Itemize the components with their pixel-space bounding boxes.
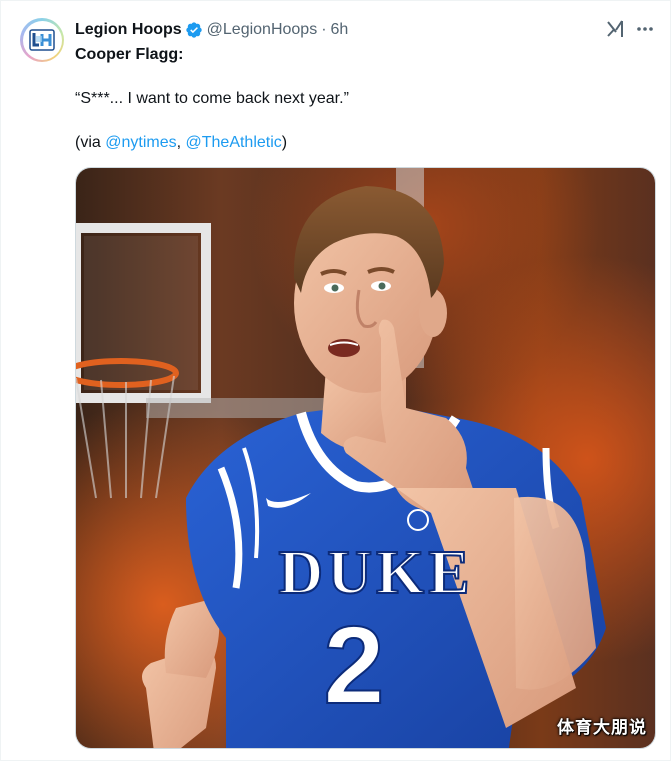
- separator-dot: ·: [321, 21, 327, 38]
- tweet-header: Legion Hoops @LegionHoops · 6h: [75, 18, 348, 42]
- jersey-number-text: 2: [323, 604, 384, 727]
- legion-hoops-logo-icon: [22, 20, 62, 60]
- grok-icon[interactable]: [605, 18, 627, 40]
- mention-nytimes-link[interactable]: @nytimes: [105, 134, 176, 151]
- tweet-quote: “S***... I want to come back next year.”: [75, 90, 349, 107]
- source-comma: ,: [176, 134, 186, 151]
- tweet-timestamp[interactable]: 6h: [331, 18, 349, 42]
- tweet-text-line-1: Cooper Flagg:: [75, 46, 184, 63]
- tweet-card[interactable]: Legion Hoops @LegionHoops · 6h Cooper Fl…: [0, 0, 671, 761]
- jersey-duke-text: DUKE: [278, 539, 473, 607]
- source-prefix: (via: [75, 134, 106, 151]
- watermark-text: 体育大朋说: [557, 718, 647, 738]
- more-icon[interactable]: [635, 19, 655, 39]
- source-suffix: ): [281, 134, 288, 151]
- verified-badge-icon[interactable]: [185, 21, 203, 39]
- author-display-name[interactable]: Legion Hoops: [75, 18, 182, 42]
- avatar[interactable]: [20, 18, 64, 62]
- tweet-media-image[interactable]: DUKE 2 体育大朋说: [75, 167, 656, 749]
- author-handle[interactable]: @LegionHoops: [207, 18, 318, 42]
- tweet-source-line: (via @nytimes, @TheAthletic): [75, 132, 287, 154]
- mention-theathletic-link[interactable]: @TheAthletic: [186, 134, 282, 151]
